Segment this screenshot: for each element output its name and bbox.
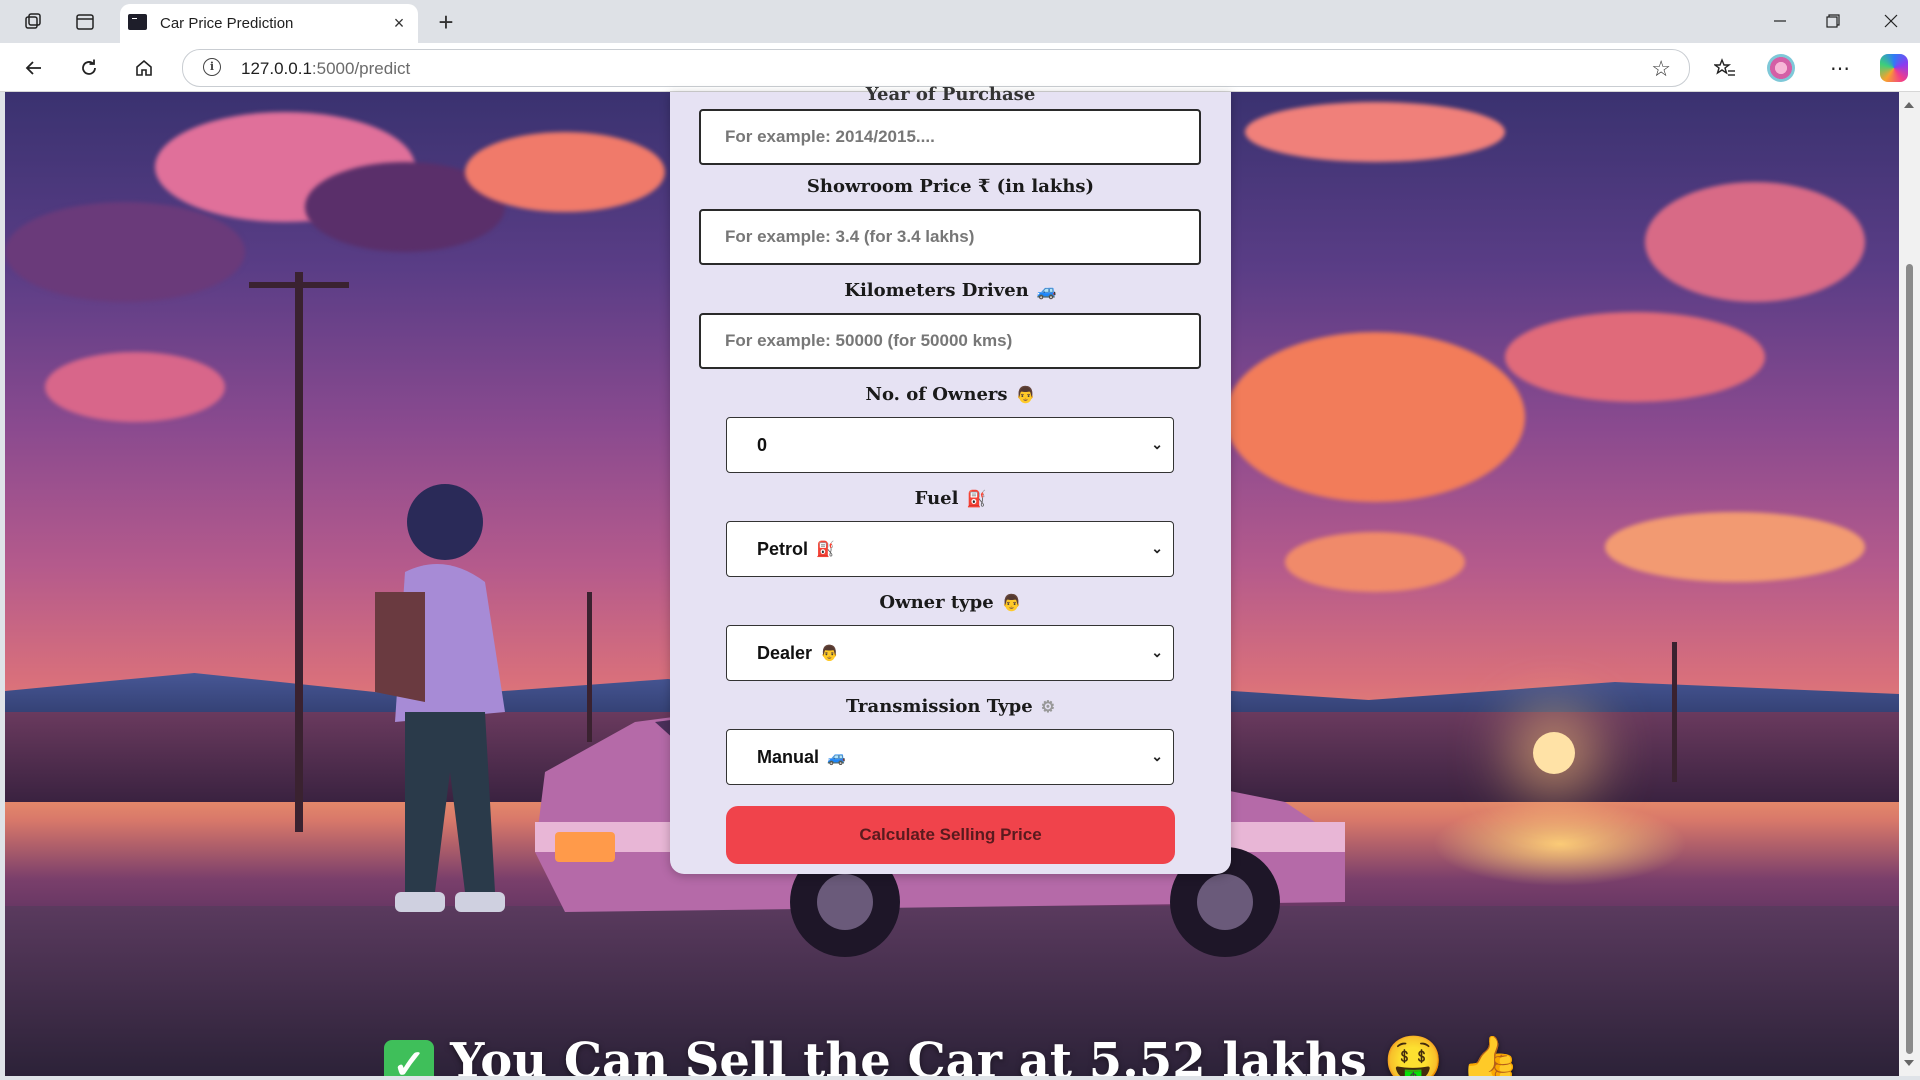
- prediction-result: ✓ You Can Sell the Car at 5.52 lakhs 🤑 👍: [5, 1032, 1899, 1076]
- close-window-icon[interactable]: [1866, 6, 1916, 36]
- chevron-down-icon: ⌄: [1151, 540, 1163, 556]
- car-emoji-icon: 🚙: [1036, 281, 1057, 300]
- owners-label: No. of Owners 👨: [670, 384, 1231, 405]
- chevron-down-icon: ⌄: [1151, 644, 1163, 660]
- cloud: [5, 202, 245, 302]
- owner-type-select-value: Dealer: [757, 642, 813, 663]
- car-emoji-icon: 🚙: [827, 749, 846, 766]
- km-driven-input[interactable]: For example: 50000 (for 50000 kms): [699, 313, 1201, 369]
- fuel-pump-emoji-icon: ⛽: [816, 541, 835, 558]
- person-emoji-icon: 👨: [1015, 385, 1036, 404]
- fuel-select[interactable]: Petrol ⛽ ⌄: [726, 521, 1174, 577]
- fuel-select-value: Petrol: [757, 538, 809, 559]
- calculate-selling-price-button[interactable]: Calculate Selling Price: [726, 806, 1175, 864]
- address-bar[interactable]: i 127.0.0.1:5000/predict ☆: [182, 49, 1690, 87]
- owners-select[interactable]: 0 ⌄: [726, 417, 1174, 473]
- owners-select-value: 0: [757, 434, 768, 455]
- scroll-down-arrow-icon[interactable]: [1904, 1060, 1914, 1066]
- sun: [1533, 732, 1575, 774]
- owner-type-select[interactable]: Dealer 👨 ⌄: [726, 625, 1174, 681]
- restore-icon[interactable]: [1808, 6, 1858, 36]
- chevron-down-icon: ⌄: [1151, 436, 1163, 452]
- year-label-text: Year of Purchase: [865, 84, 1036, 105]
- close-tab-icon[interactable]: ×: [388, 12, 410, 34]
- thumbs-up-emoji-icon: 👍: [1460, 1033, 1520, 1076]
- url-path: :5000/predict: [311, 59, 411, 78]
- gear-emoji-icon: ⚙: [1040, 697, 1056, 716]
- profile-avatar[interactable]: [1767, 54, 1795, 82]
- cloud: [1225, 332, 1525, 502]
- km-driven-label: Kilometers Driven 🚙: [670, 280, 1231, 301]
- owners-label-text: No. of Owners: [865, 384, 1008, 405]
- copilot-icon[interactable]: [1880, 54, 1908, 82]
- year-input[interactable]: For example: 2014/2015....: [699, 109, 1201, 165]
- person-emoji-icon: 👨: [1001, 593, 1022, 612]
- cloud: [1245, 102, 1505, 162]
- cloud: [1645, 182, 1865, 302]
- utility-pole: [1672, 642, 1677, 782]
- fuel-label-text: Fuel: [914, 488, 959, 509]
- result-text: You Can Sell the Car at 5.52 lakhs: [450, 1033, 1367, 1076]
- chevron-down-icon: ⌄: [1151, 748, 1163, 764]
- minimize-icon[interactable]: [1755, 6, 1805, 36]
- scrollbar-thumb[interactable]: [1906, 264, 1913, 1054]
- url-host: 127.0.0.1: [241, 59, 312, 78]
- money-face-emoji-icon: 🤑: [1383, 1033, 1444, 1076]
- owner-type-label: Owner type 👨: [670, 592, 1231, 613]
- tab-actions-icon[interactable]: [72, 9, 98, 35]
- url-text: 127.0.0.1:5000/predict: [241, 59, 410, 79]
- year-label: Year of Purchase: [670, 84, 1231, 105]
- active-tab[interactable]: Car Price Prediction ×: [120, 4, 418, 43]
- site-info-icon[interactable]: i: [203, 58, 221, 76]
- cloud: [1605, 512, 1865, 582]
- prediction-form: Year of Purchase For example: 2014/2015.…: [670, 84, 1231, 874]
- reload-icon[interactable]: [73, 52, 105, 84]
- transmission-select-value: Manual: [757, 746, 820, 767]
- cloud: [465, 132, 665, 212]
- fuel-pump-emoji-icon: ⛽: [966, 489, 987, 508]
- utility-pole: [295, 272, 303, 832]
- cloud: [1505, 312, 1765, 402]
- utility-pole-arm: [249, 282, 349, 288]
- cloud: [1285, 532, 1465, 592]
- cloud: [45, 352, 225, 422]
- tab-title: Car Price Prediction: [160, 15, 294, 32]
- showroom-price-input[interactable]: For example: 3.4 (for 3.4 lakhs): [699, 209, 1201, 265]
- home-icon[interactable]: [128, 52, 160, 84]
- showroom-price-label: Showroom Price ₹ (in lakhs): [806, 176, 1095, 197]
- favicon-icon: [128, 14, 147, 30]
- km-driven-label-text: Kilometers Driven: [844, 280, 1029, 301]
- favorites-icon[interactable]: [1709, 52, 1741, 84]
- check-mark-icon: ✓: [384, 1039, 435, 1076]
- scroll-up-arrow-icon[interactable]: [1904, 102, 1914, 108]
- browser-tab-bar: Car Price Prediction × +: [0, 0, 1920, 43]
- workspaces-icon[interactable]: [20, 9, 46, 35]
- more-options-icon[interactable]: ⋯: [1824, 52, 1856, 84]
- transmission-label: Transmission Type ⚙: [670, 696, 1231, 717]
- owner-type-label-text: Owner type: [879, 592, 994, 613]
- transmission-label-text: Transmission Type: [845, 696, 1033, 717]
- boy-illustration: [375, 484, 505, 912]
- transmission-select[interactable]: Manual 🚙 ⌄: [726, 729, 1174, 785]
- new-tab-button[interactable]: +: [432, 7, 460, 37]
- page-scrollbar[interactable]: [1899, 92, 1920, 1076]
- back-icon[interactable]: [18, 52, 50, 84]
- fuel-label: Fuel ⛽: [670, 488, 1231, 509]
- person-emoji-icon: 👨: [820, 645, 839, 662]
- favorite-star-icon[interactable]: ☆: [1651, 56, 1671, 82]
